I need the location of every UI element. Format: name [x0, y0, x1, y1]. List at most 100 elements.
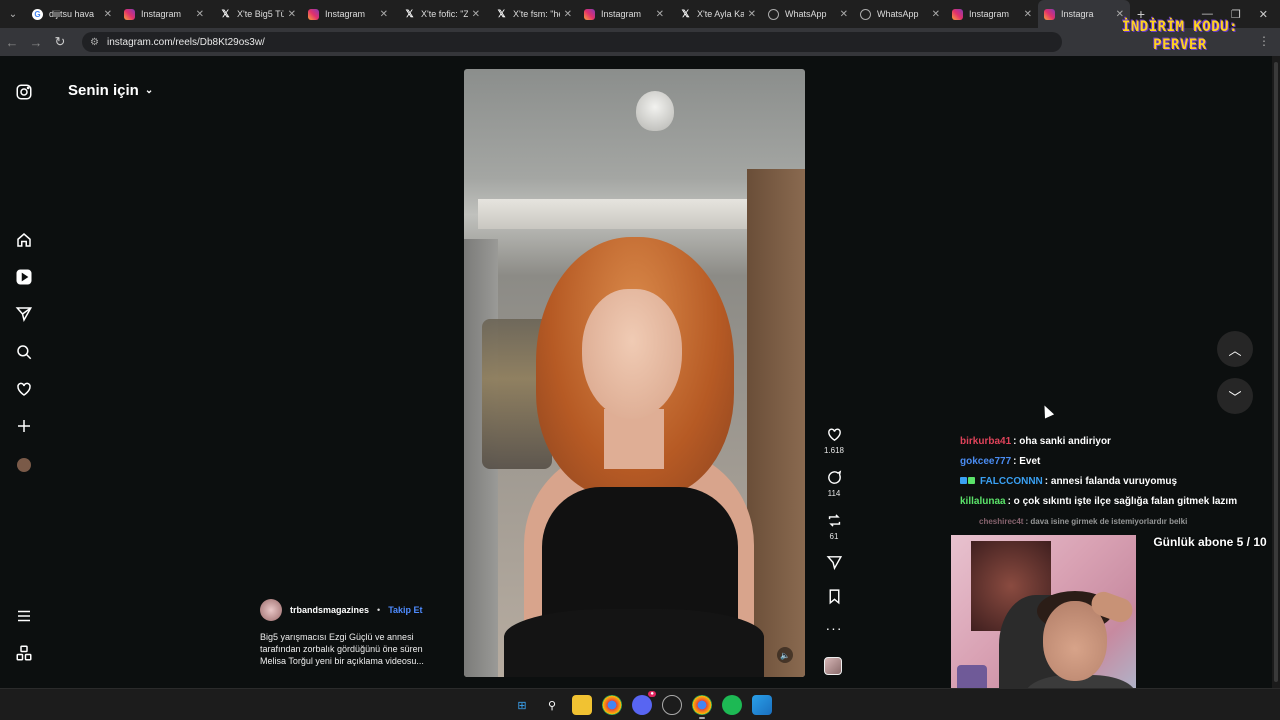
scrollbar-thumb[interactable]: [1274, 62, 1278, 682]
author-avatar[interactable]: [260, 599, 282, 621]
url-field[interactable]: ⚙ instagram.com/reels/Db8Kt29os3w/: [82, 32, 1062, 52]
close-tab-icon[interactable]: ✕: [1024, 9, 1032, 20]
google-icon: G: [32, 8, 43, 20]
messages-icon[interactable]: [14, 304, 34, 324]
discord-icon[interactable]: ●: [632, 691, 656, 715]
browser-tab[interactable]: Instagram ✕: [118, 0, 210, 28]
close-tab-icon[interactable]: ✕: [196, 9, 204, 20]
tab-title: Instagram: [141, 9, 182, 19]
forward-icon[interactable]: →: [24, 35, 48, 50]
chrome-active-icon[interactable]: [692, 695, 712, 719]
reel-video[interactable]: 🔈: [464, 69, 805, 677]
browser-tab[interactable]: Instagram ✕: [302, 0, 394, 28]
caption-line: Big5 yarışmacısı Ezgi Güçlü ve annesi: [260, 632, 414, 642]
chat-message: killalunaa: o çok sıkıntı işte ilçe sağl…: [960, 496, 1237, 507]
create-plus-icon[interactable]: [14, 416, 34, 436]
chat-badge-icon: [960, 476, 980, 487]
tab-title: WhatsApp: [877, 9, 919, 19]
browser-menu-icon[interactable]: ⋮: [1258, 34, 1270, 48]
photos-icon[interactable]: [752, 695, 772, 715]
home-icon[interactable]: [14, 230, 34, 250]
audio-track-thumbnail[interactable]: [824, 657, 842, 675]
close-window-icon[interactable]: ✕: [1259, 8, 1268, 21]
browser-tab[interactable]: Instagram ✕: [578, 0, 670, 28]
browser-tab[interactable]: WhatsApp ✕: [762, 0, 854, 28]
more-options-icon[interactable]: ···: [820, 620, 848, 636]
back-icon[interactable]: ←: [0, 35, 24, 50]
browser-tab[interactable]: WhatsApp ✕: [854, 0, 946, 28]
feed-selector[interactable]: Senin için ⌄: [68, 82, 153, 99]
chat-username: killalunaa: [960, 496, 1006, 507]
reels-icon[interactable]: [14, 267, 34, 287]
close-tab-icon[interactable]: ✕: [472, 9, 480, 20]
page-scrollbar[interactable]: [1272, 56, 1280, 688]
feed-title-text: Senin için: [68, 82, 139, 99]
share-button[interactable]: [820, 554, 848, 571]
spotify-icon[interactable]: [722, 695, 742, 715]
more-menu-icon[interactable]: [14, 606, 34, 626]
reel-caption[interactable]: Big5 yarışmacısı Ezgi Güçlü ve annesi ta…: [260, 631, 440, 667]
close-tab-icon[interactable]: ✕: [840, 9, 848, 20]
next-reel-button[interactable]: ﹀: [1217, 378, 1253, 414]
person-lap: [504, 609, 764, 677]
taskbar-search-icon[interactable]: ⚲: [542, 695, 562, 715]
notifications-heart-icon[interactable]: [14, 379, 34, 399]
repost-count: 61: [829, 532, 839, 541]
promo-line-2: PERVER: [1153, 37, 1207, 53]
site-info-icon[interactable]: ⚙: [90, 37, 99, 48]
browser-tab[interactable]: 𝕏 X'te Big5 Tü ✕: [210, 0, 302, 28]
like-button[interactable]: 1.618: [820, 426, 848, 455]
obs-icon[interactable]: [662, 695, 682, 715]
tab-title: X'te Ayla Ka: [697, 9, 744, 19]
follow-button[interactable]: Takip Et: [388, 605, 422, 615]
chat-text: : annesi falanda vuruyomuş: [1044, 476, 1178, 487]
tab-title: Instagram: [325, 9, 366, 19]
url-text: instagram.com/reels/Db8Kt29os3w/: [106, 36, 265, 48]
promo-line-1: İNDİRİM KODU:: [1121, 19, 1238, 35]
address-bar-row: ← → ↻ ⚙ instagram.com/reels/Db8Kt29os3w/…: [0, 28, 1280, 56]
repost-button[interactable]: 61: [820, 512, 848, 541]
tab-search-chevron-icon[interactable]: ⌄: [0, 0, 26, 28]
reload-icon[interactable]: ↻: [48, 34, 72, 50]
browser-tab[interactable]: 𝕏 X'te fofic: "Z ✕: [394, 0, 486, 28]
close-tab-icon[interactable]: ✕: [656, 9, 664, 20]
close-tab-icon[interactable]: ✕: [932, 9, 940, 20]
also-from-meta-icon[interactable]: [14, 643, 34, 663]
mute-icon[interactable]: 🔈: [777, 647, 793, 663]
close-tab-icon[interactable]: ✕: [104, 9, 112, 20]
save-button[interactable]: [820, 588, 848, 605]
close-tab-icon[interactable]: ✕: [748, 9, 756, 20]
tab-title: Instagra: [1061, 9, 1094, 19]
chrome-icon[interactable]: [602, 695, 622, 715]
browser-tab[interactable]: 𝕏 X'te fsm: "he ✕: [486, 0, 578, 28]
tab-title: X'te Big5 Tü: [237, 9, 284, 19]
tab-title: X'te fsm: "he: [513, 9, 560, 19]
caption-line: Melisa Torğul yeni bir açıklama videosu.…: [260, 656, 424, 666]
author-name[interactable]: trbandsmagazines: [290, 605, 369, 615]
comment-button[interactable]: 114: [820, 469, 848, 498]
browser-tab[interactable]: Instagra ✕: [1038, 0, 1130, 28]
close-tab-icon[interactable]: ✕: [288, 9, 296, 20]
profile-avatar[interactable]: [17, 458, 31, 472]
windows-start-icon[interactable]: ⊞: [512, 695, 532, 715]
previous-reel-button[interactable]: ︿: [1217, 331, 1253, 367]
x-icon: 𝕏: [497, 8, 506, 20]
repost-icon: [828, 514, 840, 527]
comment-count: 114: [827, 489, 841, 498]
close-tab-icon[interactable]: ✕: [380, 9, 388, 20]
wardrobe: [747, 169, 805, 677]
tab-title: dijitsu hava: [49, 9, 95, 19]
reel-author: trbandsmagazines • Takip Et: [260, 599, 423, 621]
chat-message: birkurba41: oha sanki andiriyor: [960, 436, 1111, 447]
instagram-logo-icon[interactable]: [14, 82, 34, 102]
file-explorer-icon[interactable]: [572, 695, 592, 715]
caption-line: tarafından zorbalık gördüğünü öne süren: [260, 644, 423, 654]
browser-tab[interactable]: Instagram ✕: [946, 0, 1038, 28]
share-icon: [826, 556, 842, 571]
close-tab-icon[interactable]: ✕: [564, 9, 572, 20]
browser-tab-strip: ⌄ Gdijitsu hava ✕ Instagram ✕ 𝕏 X'te Big5 Tü ✕…: [0, 0, 1280, 28]
tab-title: Instagram: [601, 9, 642, 19]
browser-tab[interactable]: 𝕏 X'te Ayla Ka ✕: [670, 0, 762, 28]
browser-tab[interactable]: Gdijitsu hava ✕: [26, 0, 118, 28]
search-icon[interactable]: [14, 342, 34, 362]
